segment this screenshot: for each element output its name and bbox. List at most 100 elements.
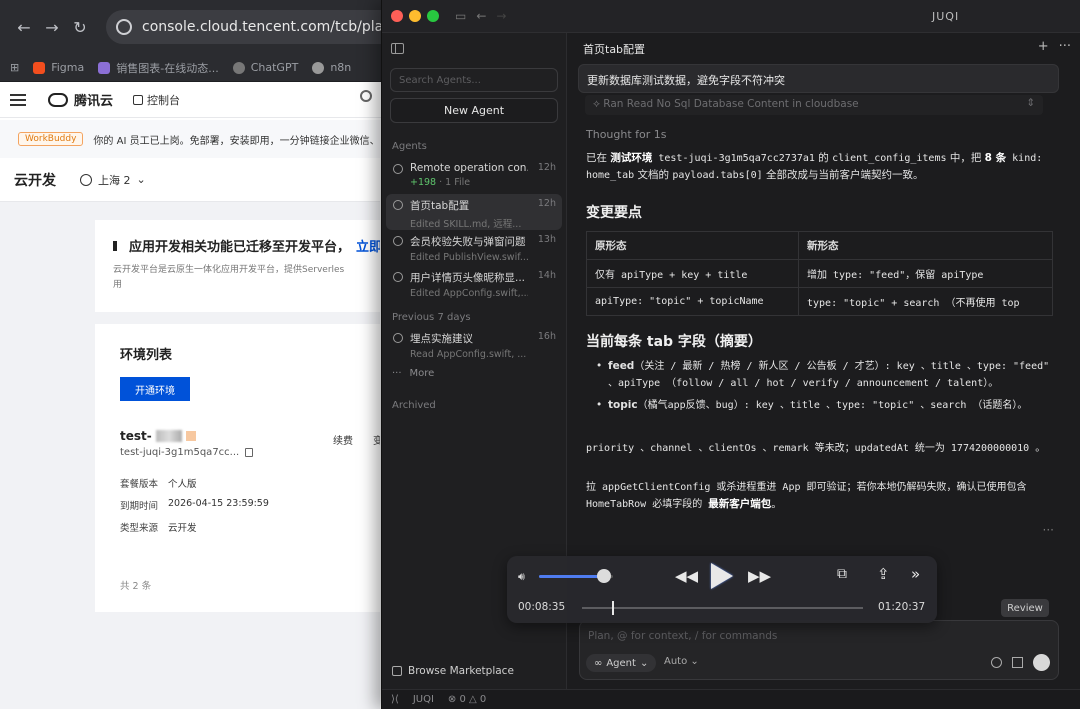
env-id: test-juqi-3g1m5qa7cc...	[120, 447, 380, 458]
zoom-window-icon[interactable]	[427, 10, 439, 22]
bookmark-n8n[interactable]: n8n	[312, 61, 351, 74]
fast-forward-icon[interactable]: ▶▶	[748, 567, 771, 585]
back-arrow-icon[interactable]: ←	[10, 18, 38, 37]
agent-item[interactable]: Remote operation con... +198 · 1 File 12…	[386, 158, 562, 194]
change-link[interactable]: 变	[373, 432, 380, 447]
redacted-text	[155, 430, 182, 442]
message-options-icon[interactable]: ···	[1043, 523, 1054, 537]
agent-item-active[interactable]: 首页tab配置 Edited SKILL.md, 远程... 12h	[386, 194, 562, 230]
share-icon[interactable]: ⇪	[877, 565, 890, 583]
check-circle-icon	[393, 272, 403, 282]
renew-link[interactable]: 续费	[333, 432, 353, 447]
playhead[interactable]	[612, 601, 615, 615]
minimize-window-icon[interactable]	[409, 10, 421, 22]
response-paragraph-2: priority 、channel 、clientOs 、remark 等未改；…	[586, 443, 1046, 454]
tool-icon: ⟡	[593, 98, 600, 110]
plus-icon[interactable]: +	[1038, 39, 1049, 54]
review-button[interactable]: Review	[1001, 599, 1049, 617]
ellipsis-icon[interactable]: ···	[1059, 39, 1071, 54]
heading-tab-fields: 当前每条 tab 字段（摘要）	[586, 334, 762, 350]
ellipsis-icon: ···	[392, 368, 402, 379]
table-header-cell: 新形态	[798, 231, 1053, 260]
open-environment-button[interactable]: 开通环境	[120, 377, 190, 401]
mode-selector[interactable]: ∞ Agent ⌄	[586, 654, 657, 672]
response-paragraph-1: 已在 测试环境 test-juqi-3g1m5qa7cc2737a1 的 cli…	[586, 152, 1043, 181]
play-icon[interactable]	[711, 563, 733, 589]
total-time: 01:20:37	[878, 601, 926, 613]
globe-icon	[80, 173, 92, 186]
volume-fill	[539, 575, 605, 578]
status-bar: ⟩⟨ JUQI ⊗ 0 △ 0	[382, 689, 1080, 709]
workbuddy-tag[interactable]: WorkBuddy	[18, 132, 84, 146]
previous-section-label: Previous 7 days	[392, 312, 471, 323]
brand-name: 腾讯云	[74, 94, 114, 109]
search-agents-input[interactable]	[390, 68, 558, 92]
heading-changes: 变更要点	[586, 205, 642, 221]
microphone-icon[interactable]	[1033, 654, 1050, 671]
search-icon[interactable]	[360, 90, 372, 102]
env-fields: 套餐版本 个人版 到期时间 2026-04-15 23:59:59 类型来源 云开发	[120, 476, 380, 534]
workspace-name[interactable]: JUQI	[413, 694, 434, 705]
new-agent-button[interactable]: New Agent	[390, 98, 558, 123]
model-selector[interactable]: Auto ⌄	[664, 656, 699, 667]
env-field: 类型来源 云开发	[120, 523, 197, 534]
product-title: 云开发	[14, 172, 56, 189]
thought-label[interactable]: Thought for 1s	[586, 128, 667, 141]
image-attach-icon[interactable]	[1012, 657, 1023, 668]
table-cell: apiType: "topic" + topicName	[586, 287, 799, 316]
context-ring-icon[interactable]	[991, 657, 1002, 668]
reload-icon[interactable]: ↻	[66, 18, 94, 37]
elapsed-time: 00:08:35	[518, 601, 566, 613]
agents-section-label: Agents	[392, 141, 427, 152]
tab-fields-list: feed（关注 / 最新 / 热榜 / 新人区 / 公告板 / 才艺）: key…	[596, 358, 1056, 419]
env-list-title: 环境列表	[120, 348, 173, 363]
back-arrow-icon[interactable]: ←	[476, 9, 486, 23]
more-chevron-icon[interactable]: »	[911, 565, 920, 583]
chat-title: 首页tab配置	[583, 43, 646, 56]
volume-knob[interactable]	[597, 569, 612, 583]
environment-list-card: 环境列表 开通环境 test- test-juqi-3g1m5qa7cc... …	[95, 324, 380, 612]
user-message[interactable]: 更新数据库测试数据，避免字段不符冲突	[578, 64, 1059, 93]
problems-indicator[interactable]: ⊗ 0 △ 0	[448, 694, 486, 705]
sidebar-toggle-icon[interactable]	[391, 43, 404, 54]
console-link[interactable]: 控制台	[133, 92, 180, 108]
table-row: apiType: "topic" + topicName type: "topi…	[586, 287, 1053, 316]
volume-icon[interactable]: 🔊︎	[518, 570, 532, 583]
bookmark-figma[interactable]: Figma	[33, 61, 84, 74]
more-button[interactable]: ··· More	[392, 368, 434, 379]
close-window-icon[interactable]	[391, 10, 403, 22]
chevron-down-icon: ⌄	[639, 657, 649, 669]
copy-icon[interactable]	[245, 448, 254, 457]
chat-bubble-icon[interactable]: ▭	[455, 9, 466, 23]
forward-arrow-icon[interactable]: →	[38, 18, 66, 37]
composer-input[interactable]	[588, 627, 1048, 645]
playback-scrubber[interactable]	[582, 601, 863, 615]
menu-icon[interactable]	[10, 93, 26, 106]
chart-site-icon	[98, 61, 111, 74]
region-selector[interactable]: 上海 2 ⌄	[80, 172, 146, 188]
bookmark-sales-chart[interactable]: 销售图表-在线动态...	[98, 60, 219, 76]
notice-description: 云开发平台是云原生一体化应用开发平台，提供Serverles 用	[113, 265, 345, 290]
agent-item[interactable]: 用户详情页头像昵称显... Edited AppConfig.swift,...…	[386, 266, 562, 302]
notice-link[interactable]: 立即	[356, 236, 380, 255]
volume-slider[interactable]	[539, 569, 613, 583]
browse-marketplace-button[interactable]: Browse Marketplace	[392, 665, 514, 677]
bookmark-chatgpt[interactable]: ChatGPT	[232, 61, 298, 74]
tool-call-row[interactable]: ⟡ Ran Read No Sql Database Content in cl…	[585, 95, 1043, 115]
chat-header-actions: + ···	[1038, 39, 1071, 54]
agent-item[interactable]: 埋点实施建议 Read AppConfig.swift, ... 16h	[386, 327, 562, 363]
remote-icon[interactable]: ⟩⟨	[391, 694, 399, 705]
comparison-table: 原形态 新形态 仅有 apiType + key + title 增加 type…	[586, 231, 1053, 316]
rewind-icon[interactable]: ◀◀	[675, 567, 698, 585]
picture-in-picture-icon[interactable]: ⧉	[837, 566, 847, 582]
media-player: 🔊︎ ◀◀ ▶▶ ⧉ ⇪ » 00:08:35 01:20:37	[507, 556, 937, 623]
infinity-icon: ∞	[594, 657, 603, 669]
site-settings-icon[interactable]	[116, 19, 132, 35]
forward-arrow-icon[interactable]: →	[496, 9, 506, 23]
apps-grid-icon[interactable]: ⊞	[10, 61, 19, 74]
speaker-icon	[113, 240, 123, 251]
archived-section-label[interactable]: Archived	[392, 400, 436, 411]
agent-item[interactable]: 会员校验失败与弹窗问题 Edited PublishView.swif... 1…	[386, 230, 562, 266]
check-circle-icon	[393, 200, 403, 210]
composer: ∞Agent⌄ Auto ⌄	[579, 620, 1059, 680]
